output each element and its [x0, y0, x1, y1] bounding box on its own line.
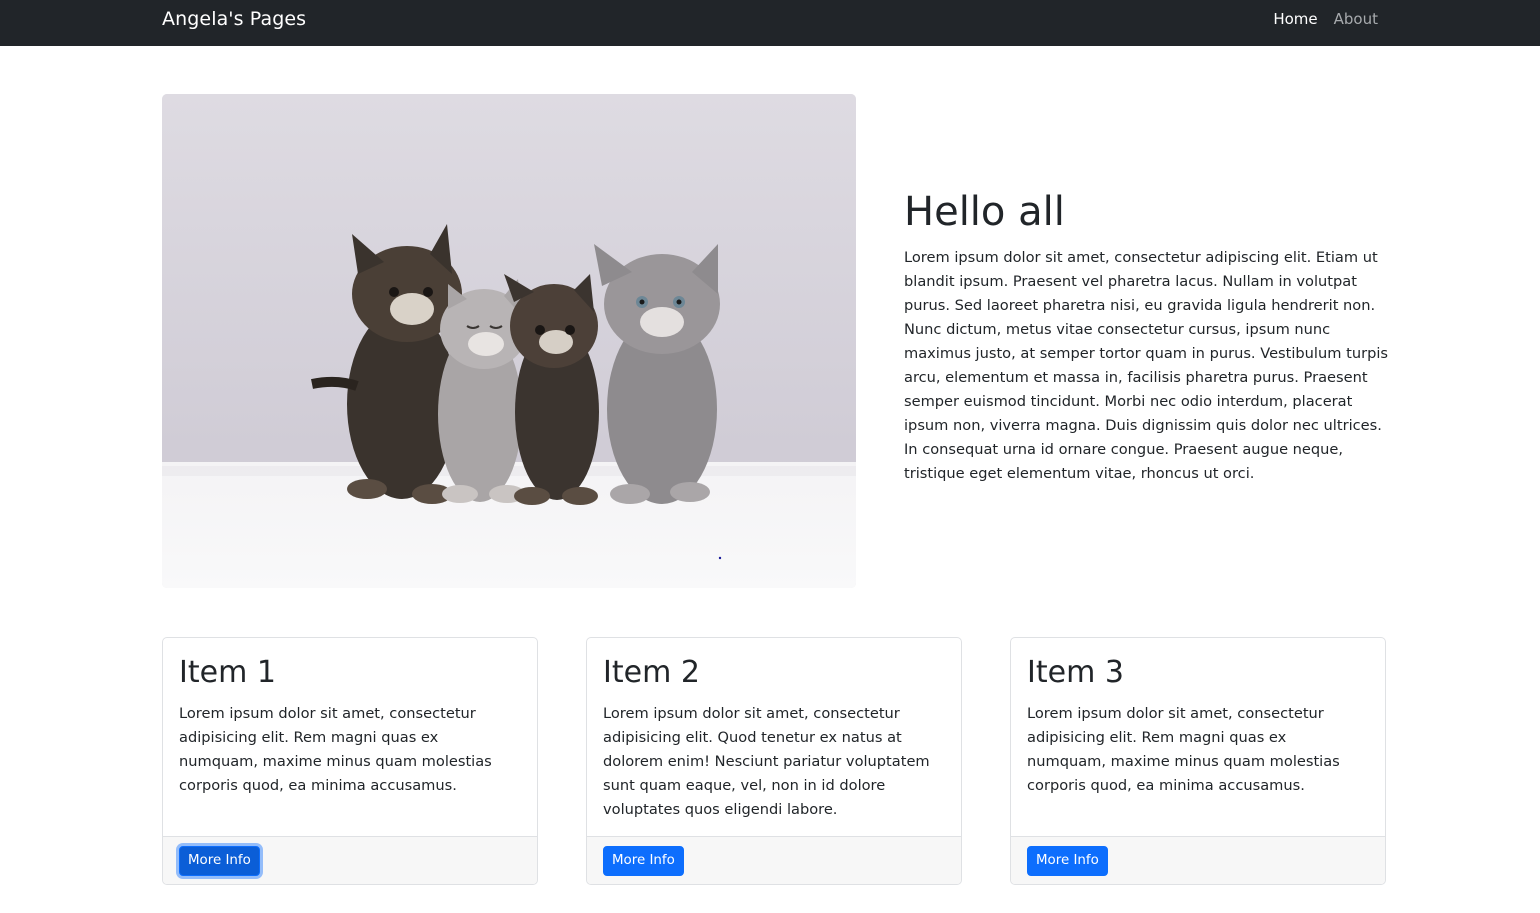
card-item-1: Item 1 Lorem ipsum dolor sit amet, conse…: [162, 637, 538, 885]
card-text: Lorem ipsum dolor sit amet, consectetur …: [1027, 704, 1340, 794]
nav-link-home[interactable]: Home: [1273, 10, 1317, 28]
kittens-illustration: [162, 94, 856, 588]
more-info-button[interactable]: More Info: [1027, 846, 1108, 876]
card-item-3: Item 3 Lorem ipsum dolor sit amet, conse…: [1010, 637, 1386, 885]
card-body: Item 3 Lorem ipsum dolor sit amet, conse…: [1011, 638, 1385, 836]
more-info-button[interactable]: More Info: [603, 846, 684, 876]
card-footer: More Info: [587, 836, 961, 884]
card-text: Lorem ipsum dolor sit amet, consectetur …: [603, 704, 930, 818]
card-footer: More Info: [1011, 836, 1385, 884]
nav-links: Home About: [1273, 10, 1378, 28]
card-item-2: Item 2 Lorem ipsum dolor sit amet, conse…: [586, 637, 962, 885]
card-footer: More Info: [163, 836, 537, 884]
card-title: Item 2: [603, 655, 700, 690]
nav-link-about[interactable]: About: [1334, 10, 1378, 28]
brand-link[interactable]: Angela's Pages: [162, 8, 306, 30]
card-text: Lorem ipsum dolor sit amet, consectetur …: [179, 704, 492, 794]
top-navbar: Angela's Pages Home About: [0, 0, 1540, 46]
hero-text: Hello all Lorem ipsum dolor sit amet, co…: [904, 188, 1388, 486]
card-title: Item 1: [179, 655, 276, 690]
card-body: Item 1 Lorem ipsum dolor sit amet, conse…: [163, 638, 537, 836]
hero-title: Hello all: [904, 189, 1065, 235]
hero-paragraph: Lorem ipsum dolor sit amet, consectetur …: [904, 249, 1388, 482]
more-info-button[interactable]: More Info: [179, 846, 260, 876]
card-body: Item 2 Lorem ipsum dolor sit amet, conse…: [587, 638, 961, 836]
kittens-image: [162, 94, 856, 588]
card-title: Item 3: [1027, 655, 1124, 690]
